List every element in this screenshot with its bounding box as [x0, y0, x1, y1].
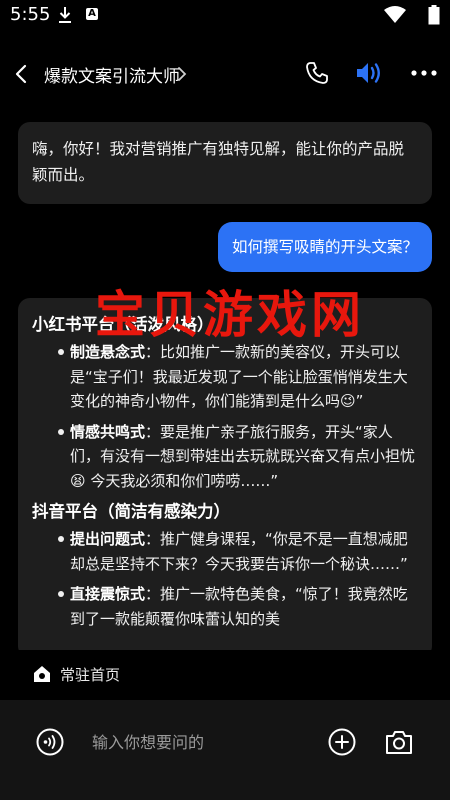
- item-label: 提出问题式: [70, 530, 146, 548]
- item-label: 制造悬念式: [70, 343, 146, 361]
- download-icon: [59, 7, 71, 23]
- camera-icon[interactable]: [384, 728, 414, 756]
- list-item: 提出问题式：推广健身课程，“你是不是一直想减肥却总是坚持不下来？今天我要告诉你一…: [32, 527, 416, 576]
- chevron-right-icon[interactable]: [176, 64, 188, 84]
- back-arrow-icon[interactable]: [12, 62, 32, 86]
- status-time: 5:55: [10, 4, 51, 25]
- chat-screen: 5:55 A 爆款文案引流大师 嗨，你好！我对营销推广有独特见解，能让你的产品脱…: [0, 0, 450, 800]
- bot-message-greeting: 嗨，你好！我对营销推广有独特见解，能让你的产品脱颖而出。: [18, 122, 432, 204]
- pin-label: 常驻首页: [60, 666, 121, 684]
- bullet-icon: [58, 349, 64, 355]
- list-item: 情感共鸣式：要是推广亲子旅行服务，开头“家人们，有没有一想到带娃出去玩就既兴奋又…: [32, 420, 416, 494]
- chat-messages[interactable]: 嗨，你好！我对营销推广有独特见解，能让你的产品脱颖而出。 如何撰写吸睛的开头文案…: [0, 110, 450, 650]
- home-icon: [34, 666, 50, 682]
- wifi-icon: [384, 6, 406, 23]
- status-bar: 5:55 A: [0, 0, 450, 34]
- speaker-icon[interactable]: [355, 60, 385, 86]
- chat-title[interactable]: 爆款文案引流大师: [44, 62, 180, 87]
- a-badge-icon: A: [86, 8, 98, 20]
- bullet-icon: [58, 428, 64, 435]
- more-options-icon[interactable]: [410, 68, 438, 78]
- bot-message-answer: 小红书平台（活泼风格） 制造悬念式：比如推广一款新的美容仪，开头可以是“宝子们！…: [18, 298, 432, 650]
- message-input[interactable]: [82, 726, 322, 758]
- item-label: 情感共鸣式: [70, 422, 146, 441]
- item-label: 直接震惊式: [70, 585, 146, 603]
- bullet-icon: [58, 591, 64, 597]
- section-title: 抖音平台（简洁有感染力）: [32, 502, 230, 521]
- chat-header: 爆款文案引流大师: [0, 44, 450, 104]
- battery-icon: [428, 5, 440, 25]
- phone-icon[interactable]: [304, 60, 330, 86]
- input-bar: [0, 700, 450, 800]
- list-item: 直接震惊式：推广一款特色美食，“惊了！我竟然吃到了一款能颠覆你味蕾认知的美: [32, 582, 416, 631]
- user-message: 如何撰写吸睛的开头文案？: [217, 222, 432, 272]
- bullet-icon: [58, 536, 64, 542]
- plus-icon[interactable]: [328, 728, 356, 756]
- list-item: 制造悬念式：比如推广一款新的美容仪，开头可以是“宝子们！我最近发现了一个能让脸蛋…: [32, 340, 416, 414]
- voice-input-icon[interactable]: [36, 728, 64, 756]
- section-title: 小红书平台（活泼风格）: [32, 315, 214, 334]
